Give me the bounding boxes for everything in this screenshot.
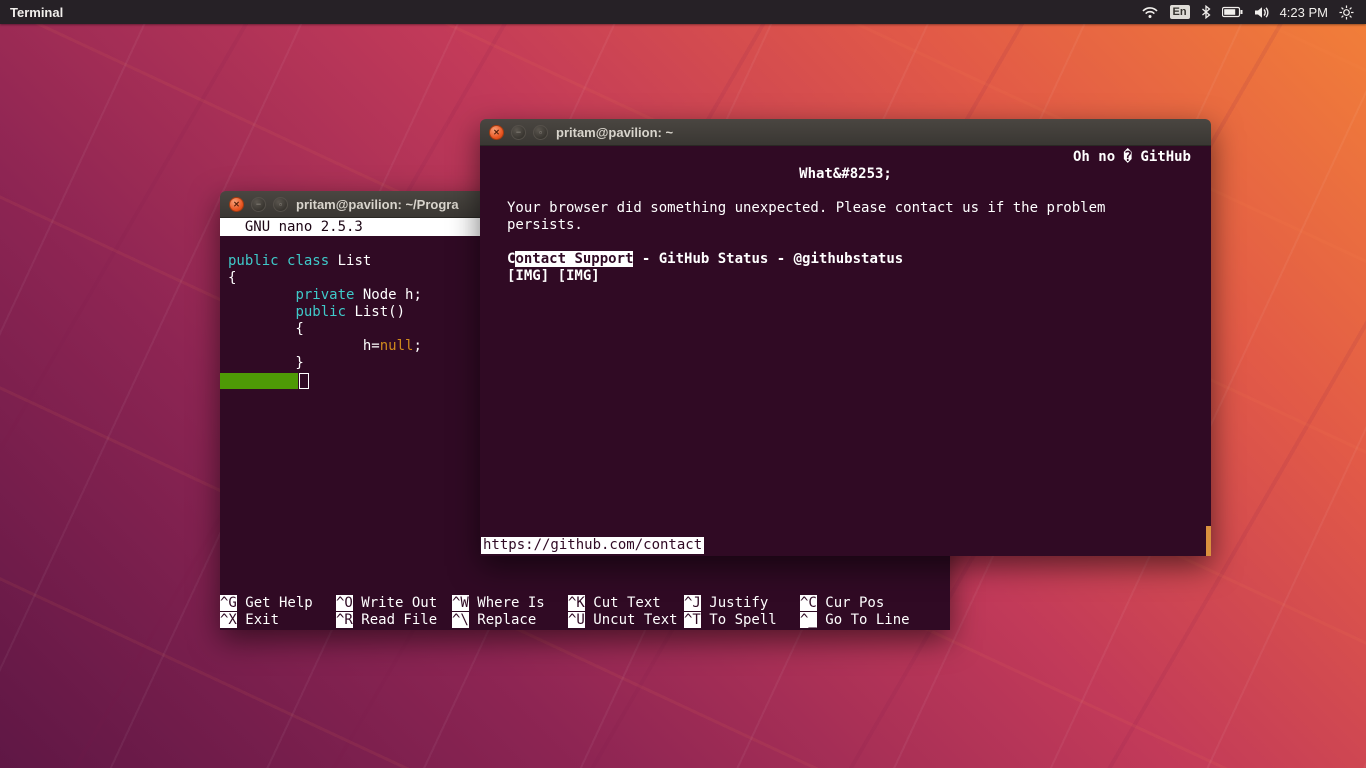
minimize-icon[interactable] (251, 196, 266, 212)
network-icon[interactable] (1141, 5, 1159, 19)
close-icon[interactable] (229, 196, 244, 212)
window-title: pritam@pavilion: ~ (556, 124, 674, 140)
active-app-title: Terminal (10, 4, 64, 20)
terminal-scrollbar[interactable] (1206, 526, 1211, 556)
shortcut-get-help: ^G Get Help (220, 595, 313, 611)
clock[interactable]: 4:23 PM (1280, 5, 1328, 20)
w3m-status-url: https://github.com/contact (481, 537, 705, 554)
top-panel: Terminal En 4:23 PM (0, 0, 1366, 24)
maximize-icon[interactable] (273, 196, 288, 212)
images-placeholder-line: [IMG] [IMG] (507, 268, 600, 284)
shortcut-write-out: ^O Write Out (336, 595, 438, 611)
battery-icon[interactable] (1221, 6, 1243, 18)
body-text-line1: Your browser did something unexpected. P… (507, 200, 1106, 216)
window-title: pritam@pavilion: ~/Progra (296, 196, 459, 212)
other-links[interactable]: - GitHub Status - @githubstatus (633, 251, 903, 267)
text-cursor (299, 372, 309, 389)
browser-terminal-window: pritam@pavilion: ~ Oh no � GitHub What&#… (480, 119, 1211, 556)
shortcut-cut-text: ^K Cut Text (568, 595, 661, 611)
window-controls (229, 196, 288, 212)
minimize-icon[interactable] (511, 124, 526, 140)
close-icon[interactable] (489, 124, 504, 140)
shortcut-go-to-line: ^_ Go To Line (800, 612, 910, 628)
bluetooth-icon[interactable] (1201, 5, 1211, 19)
system-tray: En 4:23 PM (1141, 0, 1366, 24)
window-controls (489, 124, 548, 140)
links-line: Contact Support - GitHub Status - @githu… (480, 251, 1211, 268)
page-header-right: Oh no � GitHub (1072, 149, 1191, 165)
body-text-line2: persists. (507, 217, 583, 233)
shortcut-exit: ^X Exit (220, 612, 280, 628)
shortcut-replace: ^\ Replace (452, 612, 537, 628)
browser-terminal-content[interactable]: Oh no � GitHub What&#8253; Your browser … (480, 146, 1211, 556)
session-menu-icon[interactable] (1339, 4, 1354, 20)
maximize-icon[interactable] (533, 124, 548, 140)
selection-highlight (220, 372, 298, 389)
contact-support-link[interactable]: ontact Support (515, 251, 634, 267)
keyboard-layout-indicator[interactable]: En (1169, 5, 1190, 19)
shortcut-uncut-text: ^U Uncut Text (568, 612, 678, 628)
shortcut-where-is: ^W Where Is (452, 595, 545, 611)
shortcut-justify: ^J Justify (684, 595, 769, 611)
shortcut-cur-pos: ^C Cur Pos (800, 595, 885, 611)
page-heading: What&#8253; (799, 166, 892, 182)
browser-window-titlebar[interactable]: pritam@pavilion: ~ (480, 119, 1211, 146)
shortcut-to-spell: ^T To Spell (684, 612, 777, 628)
nano-shortcuts: ^G Get Help ^O Write Out ^W Where Is ^K Cut… (220, 595, 950, 629)
volume-icon[interactable] (1254, 6, 1269, 19)
shortcut-read-file: ^R Read File (336, 612, 438, 628)
